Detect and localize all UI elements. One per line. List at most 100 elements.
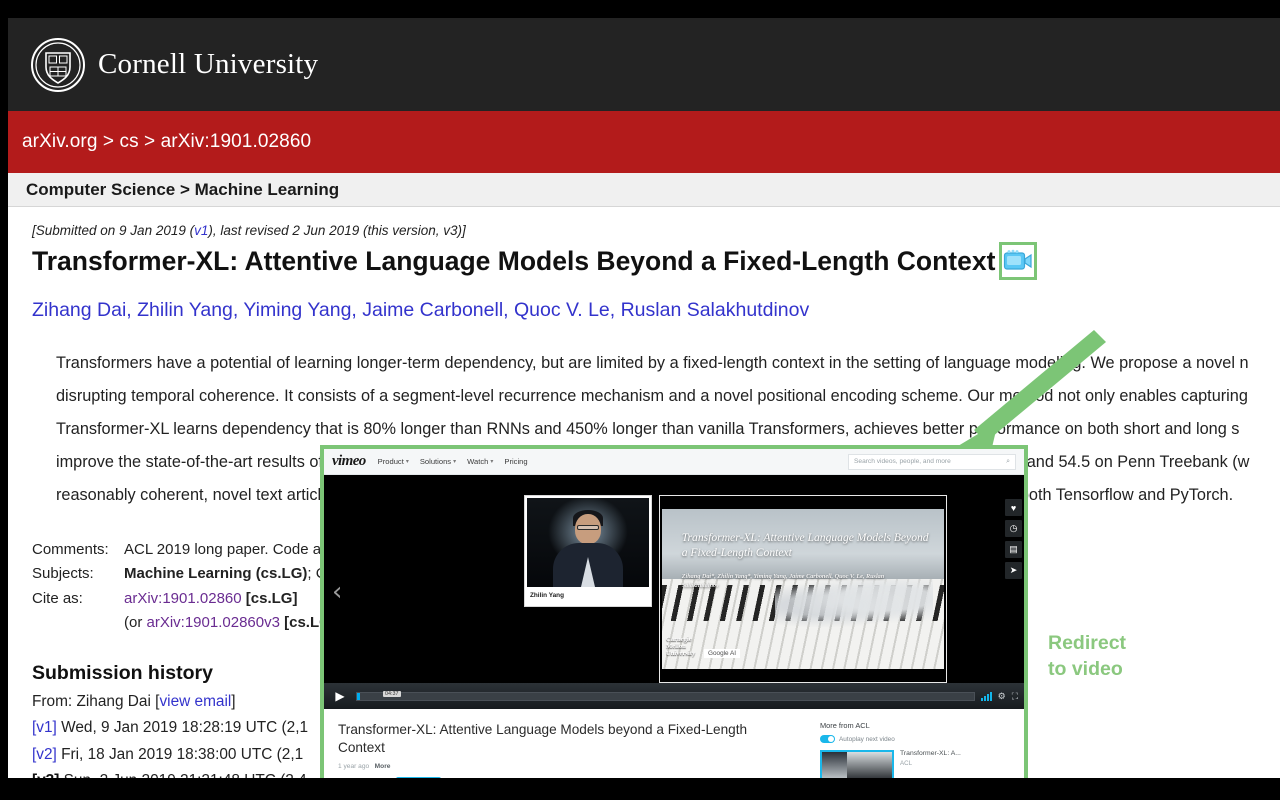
speaker-glasses — [577, 525, 599, 530]
cmu-line-1: Carnegie — [666, 635, 692, 643]
chevron-down-icon: ▾ — [490, 459, 494, 465]
nav-item-solutions[interactable]: Solutions ▾ — [420, 457, 456, 466]
related-thumbnail[interactable] — [820, 750, 894, 778]
related-heading: More from ACL — [820, 721, 870, 730]
nav-item-pricing[interactable]: Pricing — [504, 457, 527, 466]
speaker-name-caption: Zhilin Yang — [527, 587, 649, 604]
autoplay-row[interactable]: Autoplay next video — [820, 735, 1010, 743]
history-from-label: From: Zihang Dai [ — [32, 692, 160, 710]
search-input[interactable]: Search videos, people, and more ⌕ — [848, 453, 1016, 470]
video-more-link[interactable]: More — [375, 763, 391, 770]
abstract-line: Transformers have a potential of learnin… — [56, 354, 1249, 373]
vimeo-navbar: vimeo Product ▾ Solutions ▾ Watch ▾ Pric… — [324, 449, 1024, 475]
video-meta: 1 year ago More — [338, 763, 768, 770]
speaker-body — [553, 543, 623, 587]
video-main-info: Transformer-XL: Attentive Language Model… — [338, 721, 768, 778]
chevron-down-icon: ▾ — [405, 459, 409, 465]
speaker-shirt — [581, 557, 595, 587]
video-title[interactable]: Transformer-XL: Attentive Language Model… — [338, 721, 768, 757]
search-icon: ⌕ — [1006, 457, 1010, 465]
author-list[interactable]: Zihang Dai, Zhilin Yang, Yiming Yang, Ja… — [32, 298, 1262, 323]
autoplay-toggle[interactable] — [820, 735, 835, 743]
view-email-link[interactable]: view email — [159, 693, 231, 710]
google-ai-logo: Google AI — [704, 649, 741, 658]
version-v3-current: [v3] — [32, 772, 59, 778]
player-right-controls: ⚙ ⛶ — [980, 691, 1018, 702]
subject-bar: Computer Science > Machine Learning — [8, 173, 1280, 207]
subjects-label: Subjects: — [32, 565, 94, 583]
dateline-v1-link[interactable]: v1 — [194, 223, 208, 238]
related-text: Transformer-XL: A... ACL — [900, 750, 961, 767]
nav-item-watch[interactable]: Watch ▾ — [467, 457, 493, 466]
slide-image: Transformer-XL: Attentive Language Model… — [662, 509, 944, 669]
comments-label: Comments: — [32, 540, 109, 558]
version-v2-link[interactable]: [v2] — [32, 746, 57, 763]
vimeo-overlay-panel[interactable]: vimeo Product ▾ Solutions ▾ Watch ▾ Pric… — [320, 445, 1028, 778]
redirect-annotation-label: Redirect to video — [1048, 630, 1126, 683]
version-v2-date: Fri, 18 Jan 2019 18:38:00 UTC (2,1 — [56, 745, 304, 763]
subject-label: Computer Science > Machine Learning — [26, 179, 340, 199]
abstract-line: Transformer-XL learns dependency that is… — [56, 420, 1240, 439]
abstract-line: disrupting temporal coherence. It consis… — [56, 387, 1248, 406]
subjects-value: Machine Learning (cs.LG); C — [124, 562, 327, 586]
video-projector-icon[interactable] — [999, 242, 1038, 280]
cite-value: arXiv:1901.02860 [cs.LG] — [124, 587, 297, 611]
related-videos-sidebar: More from ACL Autoplay next video Transf… — [820, 721, 1010, 778]
arxiv-abstract-page: Cornell University arXiv.org > cs > arXi… — [8, 18, 1280, 778]
slide-authors: Zihang Dai*, Zhilin Yang*, Yiming Yang, … — [681, 573, 885, 589]
vimeo-logo[interactable]: vimeo — [332, 453, 366, 470]
cite-category-tag: [cs.LG] — [245, 589, 298, 607]
nav-item-product-label: Product — [377, 457, 404, 466]
nav-item-solutions-label: Solutions — [419, 457, 452, 466]
redirect-label-line2: to video — [1048, 658, 1123, 681]
clock-icon[interactable]: ◷ — [1005, 520, 1022, 537]
related-channel[interactable]: ACL — [900, 760, 961, 767]
follow-button[interactable]: + Follow — [395, 776, 441, 778]
page-title: Transformer-XL: Attentive Language Model… — [32, 242, 1262, 280]
video-info-section: Transformer-XL: Attentive Language Model… — [324, 709, 1024, 778]
player-controls: ▶ 04:37 ⚙ ⛶ — [324, 683, 1024, 709]
cite-arxiv-link[interactable]: arXiv:1901.02860 — [124, 590, 242, 607]
speaker-webcam: Zhilin Yang — [524, 495, 652, 607]
speaker-name: Zhilin Yang — [530, 592, 564, 599]
cite-or-prefix: (or — [124, 614, 147, 632]
play-icon[interactable]: ▶ — [330, 687, 350, 705]
cornell-university-label: Cornell University — [98, 48, 319, 80]
heart-icon[interactable]: ♥ — [1005, 499, 1022, 516]
gear-icon[interactable]: ⚙ — [998, 691, 1006, 702]
version-v3-date: Sun, 2 Jun 2019 21:21:48 UTC (2,4 — [59, 772, 307, 778]
volume-icon[interactable] — [980, 691, 992, 701]
related-title[interactable]: Transformer-XL: A... — [900, 750, 961, 757]
presentation-slide: Transformer-XL: Attentive Language Model… — [659, 495, 947, 683]
list-item[interactable]: Transformer-XL: A... ACL — [820, 750, 1010, 778]
search-placeholder: Search videos, people, and more — [854, 458, 951, 465]
nav-item-watch-label: Watch — [467, 457, 489, 466]
nav-item-product[interactable]: Product ▾ — [378, 457, 409, 466]
dateline-pre: [Submitted on 9 Jan 2019 ( — [32, 223, 195, 238]
arxiv-breadcrumb-bar: arXiv.org > cs > arXiv:1901.02860 — [8, 111, 1280, 173]
chevron-left-icon[interactable]: ‹ — [332, 579, 342, 605]
fullscreen-icon[interactable]: ⛶ — [1012, 691, 1018, 702]
cmu-logo: Carnegie Mellon University — [666, 636, 695, 657]
autoplay-label: Autoplay next video — [839, 735, 895, 743]
progress-scrubber[interactable]: 04:37 — [356, 690, 975, 701]
video-frame: Zhilin Yang Transformer-XL: Attentive La… — [524, 495, 952, 683]
breadcrumb[interactable]: arXiv.org > cs > arXiv:1901.02860 — [22, 131, 311, 153]
dateline-post: ), last revised 2 Jun 2019 (this version… — [208, 223, 466, 238]
version-v1-link[interactable]: [v1] — [32, 719, 57, 736]
subjects-primary: Machine Learning (cs.LG) — [124, 565, 308, 583]
cite-arxiv-v3-link[interactable]: arXiv:1901.02860v3 — [147, 614, 280, 631]
speaker-video-feed — [527, 498, 649, 587]
cornell-logo-link[interactable]: Cornell University — [30, 37, 318, 93]
collection-icon[interactable]: ▤ — [1005, 541, 1022, 558]
slide-title: Transformer-XL: Attentive Language Model… — [681, 530, 929, 560]
comments-value: ACL 2019 long paper. Code ar — [124, 540, 327, 558]
cite-spacer — [32, 611, 124, 635]
share-icon[interactable]: ➤ — [1005, 562, 1022, 579]
cite-version-value: (or arXiv:1901.02860v3 [cs.LG — [124, 611, 331, 635]
video-player[interactable]: ‹ Zhilin Yang Transformer-XL: Attentive … — [324, 475, 1024, 709]
cmu-line-3: University — [666, 649, 696, 657]
screenshot-root: Cornell University arXiv.org > cs > arXi… — [0, 0, 1280, 800]
player-action-buttons: ♥ ◷ ▤ ➤ — [1005, 499, 1022, 579]
version-v1-date: Wed, 9 Jan 2019 18:28:19 UTC (2,1 — [56, 719, 309, 737]
